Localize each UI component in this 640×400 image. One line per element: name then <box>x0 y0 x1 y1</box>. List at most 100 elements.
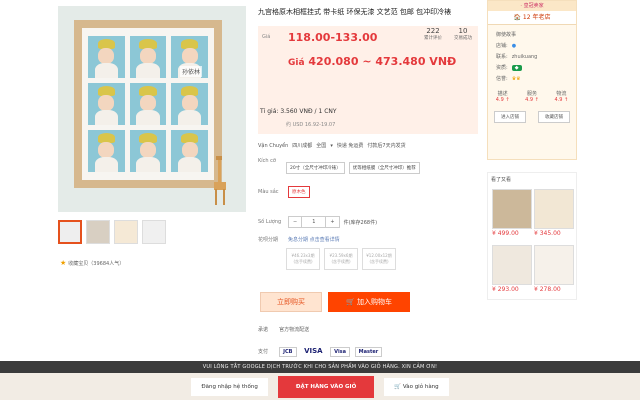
shop-age-icon: 🏠 <box>513 14 523 21</box>
wooden-frame <box>74 20 222 188</box>
seller-contact-row: 联系: zhuikuang <box>496 53 576 61</box>
shipping-row: Vận Chuyển 四川成都 全国 ▾ 快递 免运费 付款后7天内发货 <box>258 142 406 150</box>
shipping-from: 四川成都 <box>292 143 313 149</box>
quantity-minus-button[interactable]: − <box>289 217 301 227</box>
quantity-input[interactable]: 1 <box>301 217 325 227</box>
service-row: 花呗分期 免息分期 点击查看详情 <box>258 236 340 243</box>
seen-price: ¥ 345.00 <box>534 230 561 237</box>
color-row: Màu sắc 原木色 <box>258 186 310 198</box>
score-desc: 描述 4.9 ↑ <box>496 90 510 103</box>
thumbnail-3[interactable] <box>114 220 138 244</box>
product-title: 九宫格原木相框挂式 带卡纸 环保无漆 文艺范 包邮 包冲印冷裱 <box>258 8 452 16</box>
visa-text-icon: Visa <box>330 347 351 357</box>
score-value: 4.9 ↑ <box>554 97 569 103</box>
shop-icon[interactable]: ● <box>512 43 516 49</box>
seller-panel: · 皇冠卖家 🏠 12 年老店 御使故事 店铺: ● 联系: zhuikuang 资… <box>487 0 577 160</box>
photo-tile <box>129 130 167 172</box>
quantity-stepper: − 1 + <box>288 216 340 228</box>
size-option-1[interactable]: 20寸（全尺寸冲印冷裱） <box>286 162 345 174</box>
seen-price: ¥ 293.00 <box>492 286 519 293</box>
translate-notice: VUI LÒNG TẮT GOOGLE DỊCH TRƯỚC KHI CHO S… <box>0 361 640 373</box>
seen-price: ¥ 278.00 <box>534 286 561 293</box>
photo-tile <box>129 83 167 125</box>
reviews-stat[interactable]: 222 累计评价 <box>424 28 442 42</box>
plan-sub: (含手续费) <box>369 259 389 264</box>
seller-header: · 皇冠卖家 <box>488 1 576 11</box>
photo-grid <box>88 36 208 172</box>
favorite-shop-button[interactable]: 收藏店铺 <box>538 111 570 123</box>
payment-row: 支付 JCB VISA Visa Master <box>258 346 385 357</box>
jcb-card-icon: JCB <box>279 347 297 357</box>
add-to-cart-button[interactable]: 🛒 加入购物车 <box>328 292 410 312</box>
plan-sub: (含手续费) <box>331 259 351 264</box>
thumbnail-strip <box>58 220 166 244</box>
contact-name[interactable]: zhuikuang <box>512 54 538 60</box>
size-row: Kích cỡ <box>258 158 284 164</box>
credit-label: 信誉: <box>496 76 508 82</box>
seen-image <box>492 245 532 285</box>
seen-image <box>492 189 532 229</box>
shipping-label: Vận Chuyển <box>258 142 289 149</box>
favorite-link[interactable]: ★ 收藏宝贝（39684人气） <box>60 259 124 267</box>
contact-label: 联系: <box>496 54 508 60</box>
star-icon: ★ <box>60 259 67 267</box>
quantity-row: Số Lượng − 1 + 件(库存268件) <box>258 216 377 228</box>
photo-tile <box>171 130 208 172</box>
chevron-down-icon[interactable]: ▾ <box>330 143 333 149</box>
installment-plan-2[interactable]: ¥23.59x6期 (含手续费) <box>324 248 358 270</box>
installment-plan-3[interactable]: ¥12.00x12期 (含手续费) <box>362 248 396 270</box>
size-option-2[interactable]: 优等相纸膜（全尺寸冲印）推荐 <box>348 162 420 174</box>
seller-age: 🏠 12 年老店 <box>488 11 576 25</box>
seen-title: 看了又看 <box>491 177 512 183</box>
seen-item-4[interactable]: ¥ 278.00 <box>534 245 574 293</box>
thumbnail-4[interactable] <box>142 220 166 244</box>
image-watermark: 孙依林 <box>180 66 203 77</box>
favorite-count: 收藏宝贝（39684人气） <box>68 260 125 267</box>
color-label: Màu sắc <box>258 189 279 195</box>
buy-now-button[interactable]: 立即购买 <box>260 292 322 312</box>
photo-tile <box>171 83 208 125</box>
pay-label: 支付 <box>258 349 269 355</box>
order-button[interactable]: ĐẶT HÀNG VÀO GIỎ <box>277 375 375 398</box>
price-label: Giá <box>262 34 271 40</box>
cart-icon: 🛒 <box>346 298 357 306</box>
bottom-bar: VUI LÒNG TẮT GOOGLE DỊCH TRƯỚC KHI CHO S… <box>0 361 640 400</box>
score-service: 服务 4.9 ↑ <box>525 90 539 103</box>
seller-name[interactable]: 御使故事 <box>496 31 576 38</box>
size-label: Kích cỡ <box>258 158 276 164</box>
color-option-selected[interactable]: 原木色 <box>288 186 310 198</box>
seen-image <box>534 245 574 285</box>
thumbnail-2[interactable] <box>86 220 110 244</box>
seen-item-1[interactable]: ¥ 499.00 <box>492 189 532 237</box>
reviews-label: 累计评价 <box>424 36 442 41</box>
seen-image <box>534 189 574 229</box>
crown-icon: ♛♛ <box>511 75 521 82</box>
main-product-image[interactable]: 孙依林 <box>58 6 246 212</box>
seller-credit-row: 信誉: ♛♛ <box>496 75 576 83</box>
stock-text: 件(库存268件) <box>343 219 378 226</box>
score-value: 4.9 ↑ <box>525 97 539 103</box>
view-cart-button[interactable]: 🛒 Vào giỏ hàng <box>384 377 449 396</box>
shipping-promise: 付款后7天内发货 <box>367 143 406 149</box>
thumbnail-1[interactable] <box>58 220 82 244</box>
enter-shop-button[interactable]: 进入店铺 <box>494 111 526 123</box>
quantity-plus-button[interactable]: + <box>325 217 338 227</box>
sales-count: 10 <box>458 27 468 35</box>
cart-icon: 🛒 <box>394 383 403 390</box>
seen-item-3[interactable]: ¥ 293.00 <box>492 245 532 293</box>
vnd-range: 420.080 ~ 473.480 VNĐ <box>308 55 457 68</box>
photo-tile <box>88 83 125 125</box>
shipping-to[interactable]: 全国 <box>316 142 326 149</box>
price-vnd: Giá 420.080 ~ 473.480 VNĐ <box>288 56 456 69</box>
score-value: 4.9 ↑ <box>495 97 510 103</box>
login-button[interactable]: Đăng nhập hệ thống <box>191 377 268 396</box>
photo-tile <box>129 36 167 78</box>
installment-plan-1[interactable]: ¥46.23x3期 (含手续费) <box>286 248 320 270</box>
service-note[interactable]: 免息分期 点击查看详情 <box>288 236 340 243</box>
bottom-actions: Đăng nhập hệ thống ĐẶT HÀNG VÀO GIỎ 🛒 Và… <box>0 373 640 400</box>
visa-card-icon: VISA <box>304 347 323 355</box>
mastercard-icon: Master <box>354 347 383 357</box>
seen-item-2[interactable]: ¥ 345.00 <box>534 189 574 237</box>
view-cart-label: Vào giỏ hàng <box>402 383 439 390</box>
plan-sub: (含手续费) <box>293 259 313 264</box>
